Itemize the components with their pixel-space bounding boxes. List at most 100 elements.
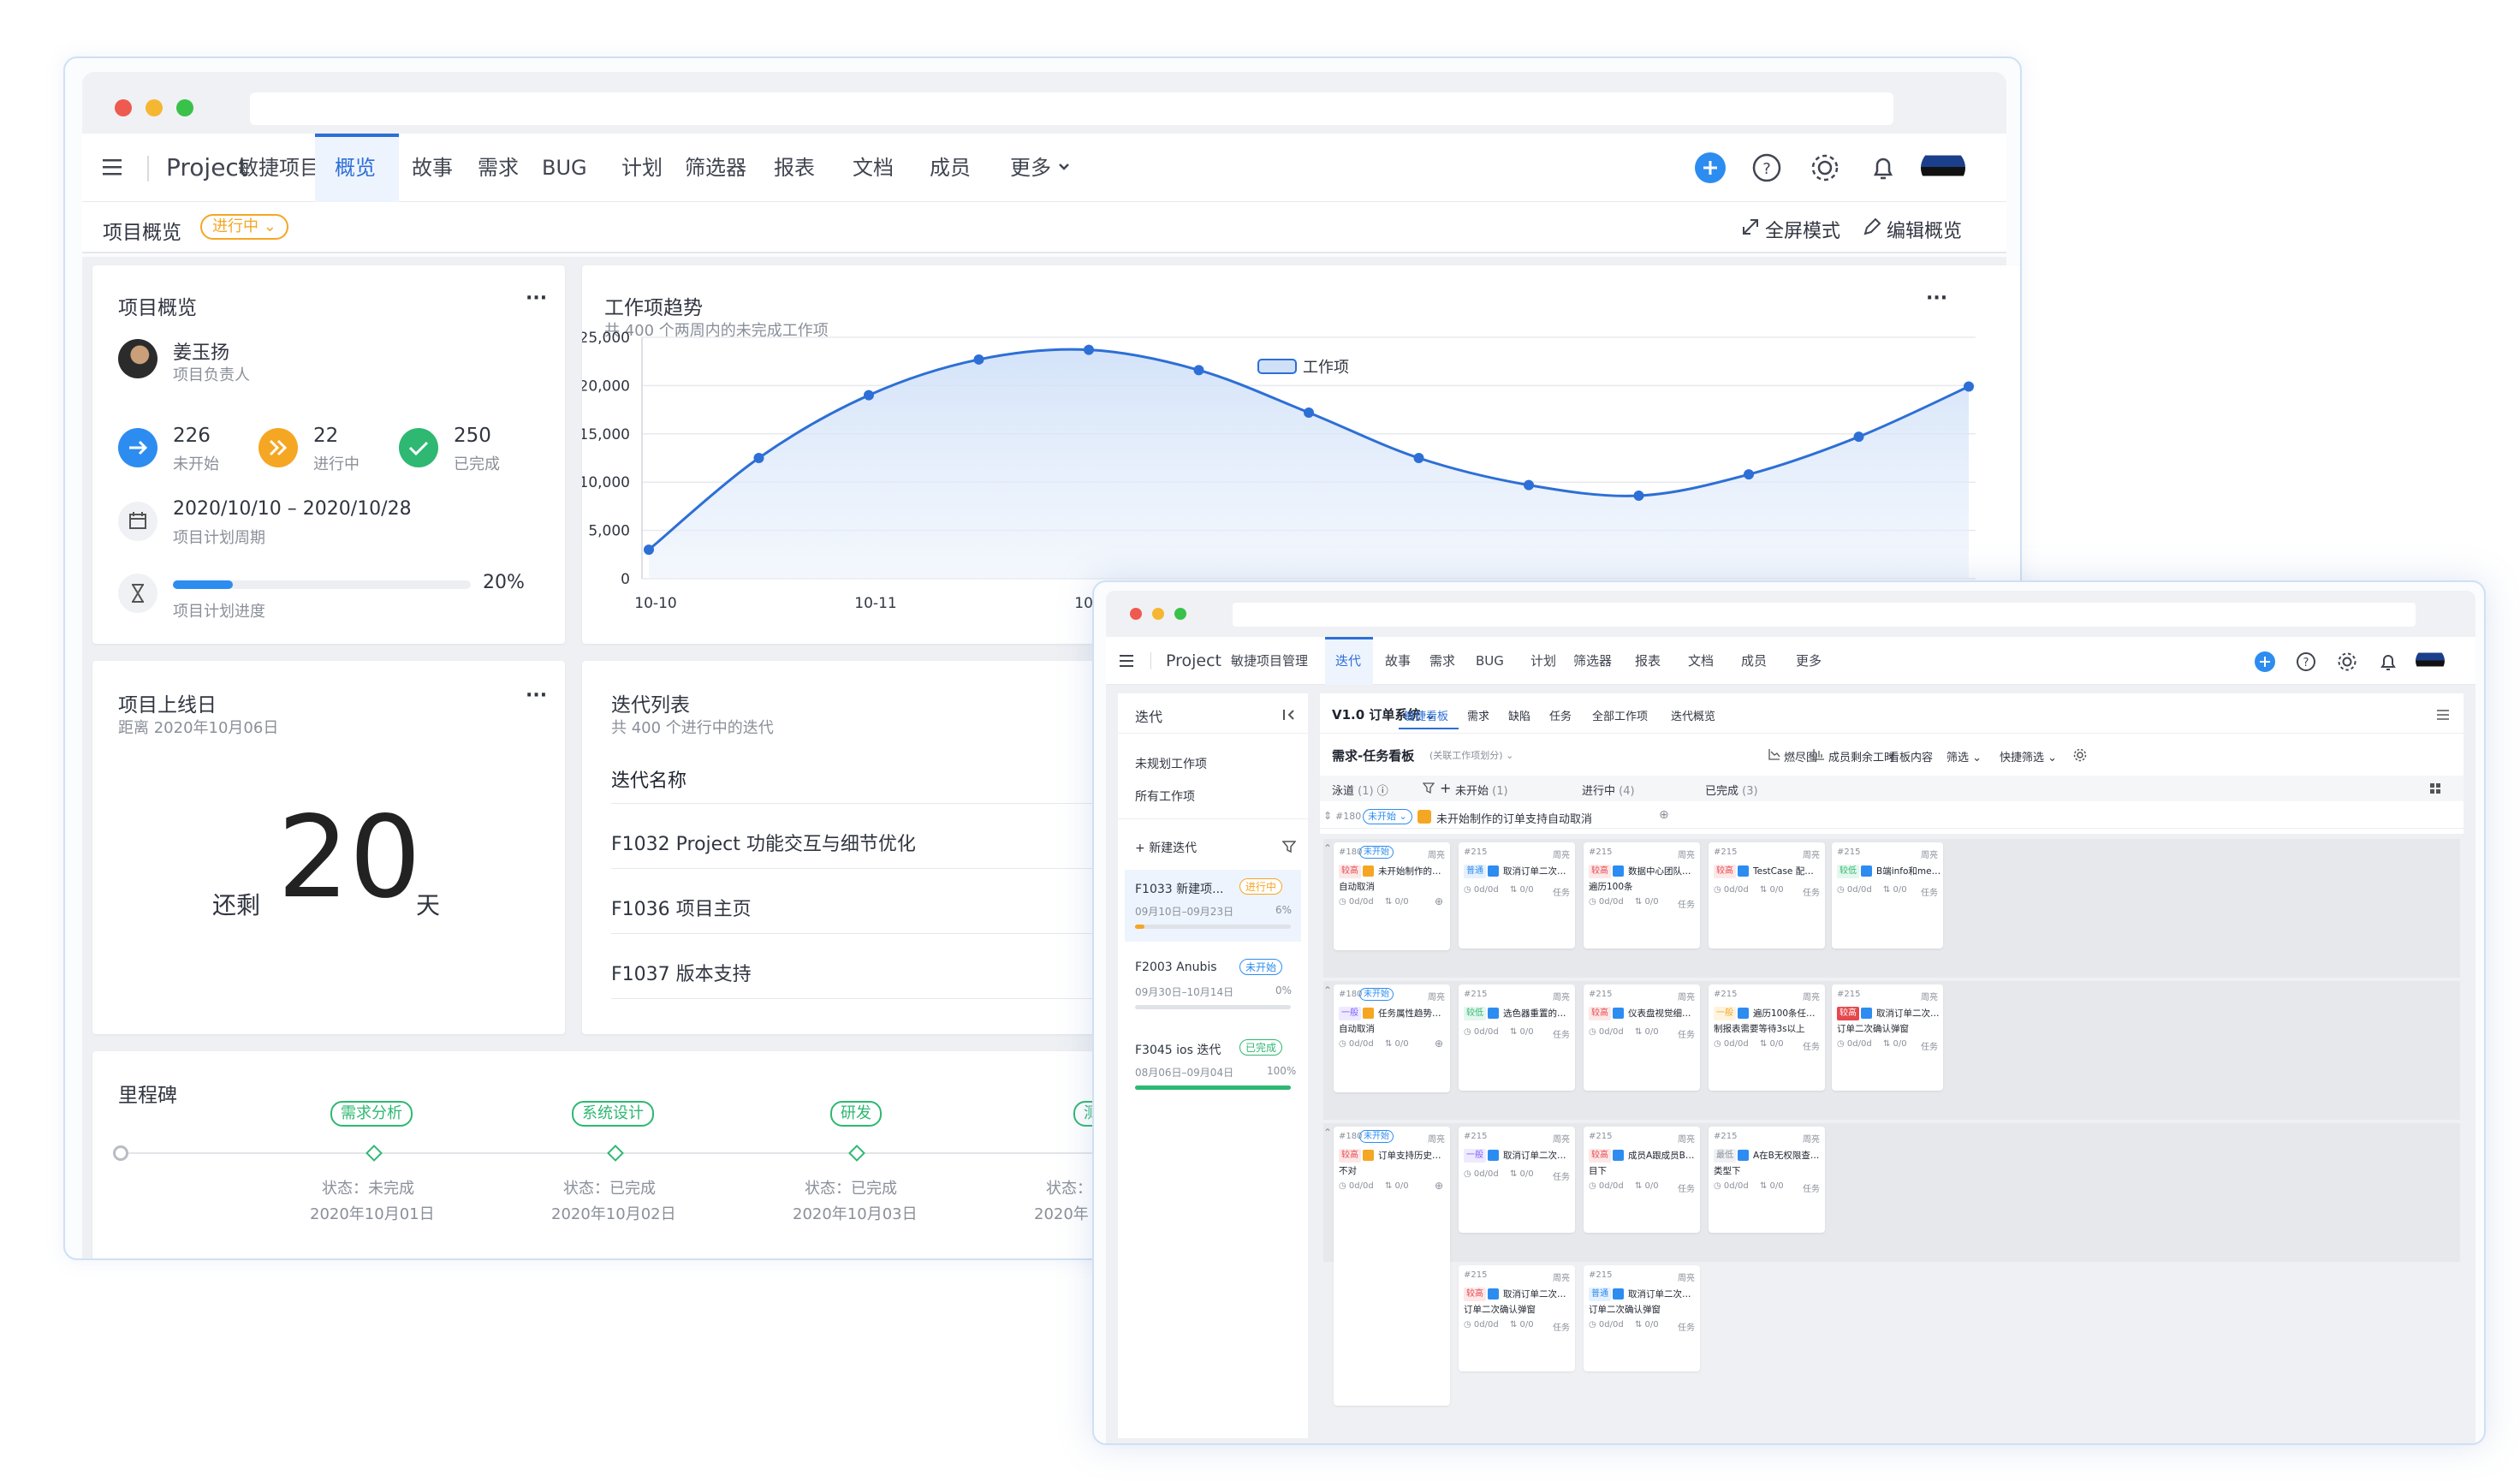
- tab-docs[interactable]: 文档: [1688, 637, 1714, 685]
- task-card[interactable]: #180未开始周亮较高订单支持历史的任务数量不对◷ 0d/0d⇅ 0/0⊕: [1334, 1127, 1450, 1406]
- filter-icon[interactable]: [1282, 841, 1296, 853]
- task-card[interactable]: #215 周亮普通 取消订单二次确认弹窗– 订单二次确认弹窗 ◷ 0d/0d ⇅ 0/0 任…: [1584, 1265, 1700, 1371]
- filter-icon[interactable]: [1423, 782, 1435, 794]
- card-status[interactable]: 未开始: [1359, 1130, 1394, 1143]
- milestone-tag[interactable]: 研发: [830, 1101, 882, 1127]
- toolbar-tab-req[interactable]: 需求: [1467, 707, 1489, 723]
- fullscreen-button[interactable]: 全屏模式: [1765, 216, 1840, 243]
- fullscreen-icon[interactable]: [1741, 217, 1760, 236]
- task-card[interactable]: #215 周亮一般 遍历100条任务时预览预制报表需要等待3s以上 ◷ 0d/0d ⇅ …: [1709, 984, 1825, 1091]
- task-card[interactable]: #180未开始周亮较高未开始制作的订单支持–自动取消◷ 0d/0d⇅ 0/0⊕: [1334, 842, 1450, 950]
- task-card[interactable]: #215 周亮较高 取消订单二次确认弹窗– 订单二次确认弹窗 ◷ 0d/0d ⇅ 0/0 任…: [1459, 1265, 1575, 1371]
- tab-bug[interactable]: BUG: [542, 134, 587, 202]
- sidebar-link-unplanned[interactable]: 未规划工作项: [1135, 755, 1207, 772]
- tab-story[interactable]: 故事: [1385, 637, 1411, 685]
- status-badge[interactable]: 进行中 ⌄: [200, 214, 288, 240]
- chevron-down-icon[interactable]: [1058, 163, 1070, 171]
- expand-icon[interactable]: ⇕: [1323, 810, 1332, 822]
- edit-pencil-icon[interactable]: [1863, 217, 1881, 236]
- task-card[interactable]: #215 周亮较高 数据中心团队工时报表中遍历100条 ◷ 0d/0d ⇅ 0/0 任务: [1584, 842, 1700, 949]
- more-menu-icon[interactable]: ···: [526, 685, 547, 706]
- iteration-row[interactable]: F1036 项目主页: [611, 894, 752, 921]
- list-view-icon[interactable]: [2436, 709, 2450, 721]
- sidebar-link-all[interactable]: 所有工作项: [1135, 788, 1195, 805]
- tab-agile[interactable]: 敏捷项目管理: [1231, 637, 1308, 685]
- add-circle-icon[interactable]: ⊕: [1435, 1180, 1443, 1192]
- add-circle-icon[interactable]: ⊕: [1435, 1038, 1443, 1050]
- tab-filter[interactable]: 筛选器: [685, 134, 746, 202]
- tab-bug[interactable]: BUG: [1476, 637, 1504, 685]
- sidebar-iteration-item[interactable]: F2003 Anubis 未开始 09月30日–10月14日 0%: [1125, 950, 1301, 1022]
- tab-report[interactable]: 报表: [1635, 637, 1661, 685]
- address-bar[interactable]: [250, 92, 1893, 125]
- task-card[interactable]: #215 周亮 较低 B端info和messa ◷ 0d/0d ⇅ 0/0 任务: [1832, 842, 1943, 949]
- bar-chart-icon[interactable]: [1813, 748, 1825, 760]
- milestone-tag[interactable]: 系统设计: [572, 1101, 654, 1127]
- collapse-lane-icon[interactable]: ⌃: [1323, 842, 1332, 854]
- tab-plan[interactable]: 计划: [621, 134, 663, 202]
- help-icon[interactable]: ?: [2296, 651, 2316, 672]
- bell-icon[interactable]: [1868, 152, 1899, 183]
- close-dot-icon[interactable]: [115, 99, 132, 116]
- close-dot-icon[interactable]: [1130, 608, 1142, 620]
- add-icon[interactable]: [2255, 651, 2275, 672]
- tab-requirement[interactable]: 需求: [1429, 637, 1455, 685]
- sidebar-iteration-item[interactable]: F1033 新建项... 进行中 09月10日–09月23日 6%: [1125, 870, 1301, 942]
- task-card[interactable]: #215 周亮普通 取消订单二次确认弹窗 ◷ 0d/0d ⇅ 0/0 任务: [1459, 842, 1575, 949]
- task-card[interactable]: #215 周亮一般 取消订单二次确认弹窗 ◷ 0d/0d ⇅ 0/0 任务: [1459, 1127, 1575, 1233]
- maximize-dot-icon[interactable]: [1174, 608, 1186, 620]
- maximize-dot-icon[interactable]: [176, 99, 193, 116]
- toolbar-tab-overview[interactable]: 迭代概览: [1671, 707, 1715, 723]
- collapse-lane-icon[interactable]: ⌃: [1323, 1127, 1332, 1139]
- tab-docs[interactable]: 文档: [853, 134, 894, 202]
- grid-icon[interactable]: [2429, 782, 2441, 794]
- task-card[interactable]: #180未开始周亮一般任务属性趋势报表加上,自动取消◷ 0d/0d⇅ 0/0⊕: [1334, 984, 1450, 1092]
- tab-iteration[interactable]: 迭代: [1335, 637, 1361, 685]
- help-icon[interactable]: ?: [1751, 152, 1782, 183]
- task-card[interactable]: #215 周亮较高 TestCase 配置中心 ◷ 0d/0d ⇅ 0/0 任务: [1709, 842, 1825, 949]
- sidebar-iteration-item[interactable]: F3045 ios 迭代 已完成 08月06日–09月04日 100%: [1125, 1031, 1301, 1103]
- tab-story[interactable]: 故事: [412, 134, 453, 202]
- add-circle-icon[interactable]: ⊕: [1435, 895, 1443, 907]
- lane-status[interactable]: 未开始 ⌄: [1363, 809, 1412, 824]
- more-menu-icon[interactable]: ···: [526, 288, 547, 309]
- tab-more[interactable]: 更多: [1796, 637, 1822, 685]
- collapse-icon[interactable]: [1282, 709, 1296, 721]
- project-name[interactable]: Project: [166, 134, 248, 202]
- toolbar-tab-all[interactable]: 全部工作项: [1592, 707, 1648, 723]
- tab-plan[interactable]: 计划: [1530, 637, 1556, 685]
- milestone-tag[interactable]: 需求分析: [330, 1101, 413, 1127]
- board-hint[interactable]: (关联工作项划分) ⌄: [1429, 748, 1513, 762]
- toolbar-tab-defect[interactable]: 缺陷: [1508, 707, 1530, 723]
- tab-report[interactable]: 报表: [774, 134, 815, 202]
- tab-more[interactable]: 更多: [1010, 134, 1051, 202]
- filter-button[interactable]: 筛选 ⌄: [1946, 748, 1982, 764]
- member-hours-button[interactable]: 成员剩余工时: [1828, 748, 1895, 764]
- iteration-row[interactable]: F1032 Project 功能交互与细节优化: [611, 829, 916, 856]
- toolbar-tab-task[interactable]: 任务: [1549, 707, 1572, 723]
- task-card[interactable]: #215 周亮最低 A在B无权限查看的任务类型下 ◷ 0d/0d ⇅ 0/0 任务: [1709, 1127, 1825, 1233]
- bell-icon[interactable]: [2378, 651, 2398, 672]
- add-lane-icon[interactable]: +: [1440, 780, 1451, 796]
- tab-overview[interactable]: 概览: [335, 134, 376, 202]
- settings-gear-icon[interactable]: [2337, 651, 2357, 672]
- menu-icon[interactable]: [1120, 654, 1135, 668]
- collapse-lane-icon[interactable]: ⌃: [1323, 984, 1332, 996]
- card-status[interactable]: 未开始: [1359, 988, 1394, 1001]
- add-circle-icon[interactable]: ⊕: [1659, 808, 1669, 822]
- address-bar[interactable]: [1233, 603, 2416, 627]
- task-card[interactable]: #215 周亮 较高 取消订单二次确认 订单二次确认弹窗 ◷ 0d/0d ⇅ 0/0 任务: [1832, 984, 1943, 1091]
- new-iteration-button[interactable]: + 新建迭代: [1135, 839, 1197, 856]
- settings-gear-icon[interactable]: [1810, 152, 1840, 183]
- swimlane-header[interactable]: ⇕ #180 未开始 ⌄ 未开始制作的订单支持自动取消 ⊕: [1320, 805, 2464, 829]
- menu-icon[interactable]: [103, 158, 123, 176]
- tab-requirement[interactable]: 需求: [478, 134, 519, 202]
- board-content-button[interactable]: 看板内容: [1888, 748, 1933, 764]
- task-card[interactable]: #215 周亮 较低 选色器重置的样式 ◷ 0d/0d ⇅ 0/0 任务: [1459, 984, 1575, 1091]
- tab-members[interactable]: 成员: [1741, 637, 1767, 685]
- tab-filter[interactable]: 筛选器: [1573, 637, 1612, 685]
- card-status[interactable]: 未开始: [1359, 846, 1394, 859]
- settings-gear-icon[interactable]: [2073, 748, 2087, 762]
- user-avatar[interactable]: [1921, 147, 1965, 188]
- toolbar-tab-kanban[interactable]: 敏捷看板: [1404, 707, 1448, 723]
